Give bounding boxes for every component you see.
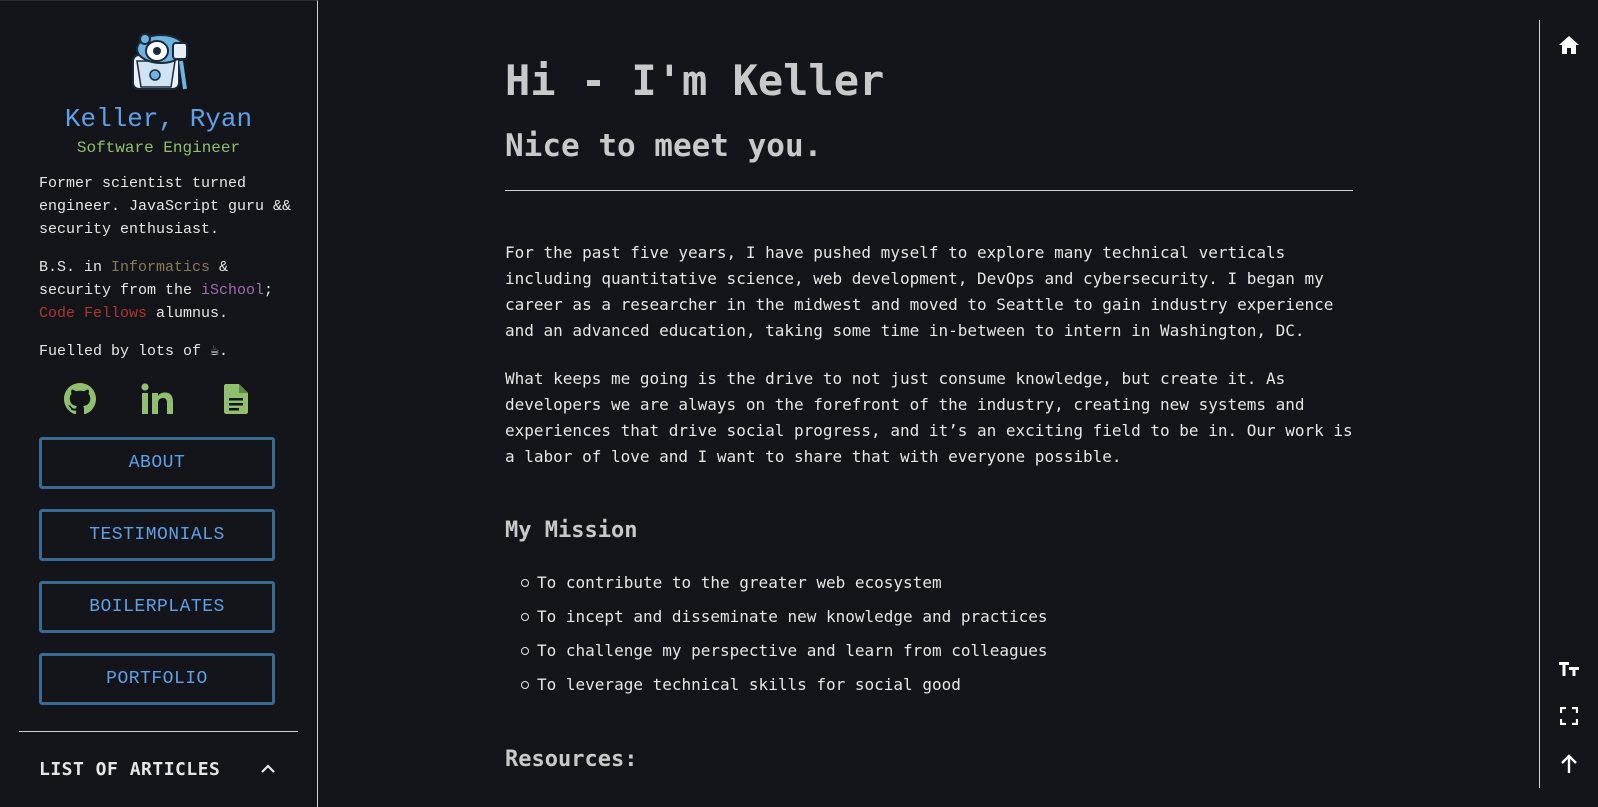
list-item: To challenge my perspective and learn fr… — [521, 641, 1048, 675]
list-item: To incept and disseminate new knowledge … — [521, 607, 1048, 641]
mission-item-text: To challenge my perspective and learn fr… — [537, 641, 1048, 660]
linkedin-link[interactable] — [140, 381, 176, 417]
page-subtitle: Nice to meet you. — [505, 128, 823, 164]
chevron-up-icon — [261, 764, 275, 773]
title-divider — [505, 190, 1353, 191]
github-link[interactable] — [62, 381, 98, 417]
articles-label: LIST OF ARTICLES — [39, 758, 221, 780]
motivation-paragraph: What keeps me going is the drive to not … — [505, 369, 1353, 466]
bio-education: B.S. in Informatics & security from the … — [39, 256, 294, 325]
list-item: To contribute to the greater web ecosyst… — [521, 573, 1048, 607]
bio-edu-prefix: B.S. in — [39, 259, 112, 276]
github-icon — [64, 383, 96, 415]
codefellows-highlight: Code Fellows — [39, 305, 148, 322]
nav-about-button[interactable]: ABOUT — [39, 437, 275, 489]
bullet-icon — [521, 647, 529, 655]
nav-testimonials-button[interactable]: TESTIMONIALS — [39, 509, 275, 561]
font-size-icon — [1559, 662, 1579, 676]
fullscreen-button[interactable] — [1557, 704, 1581, 728]
bullet-icon — [521, 681, 529, 689]
informatics-highlight: Informatics — [111, 259, 211, 276]
mission-item-text: To contribute to the greater web ecosyst… — [537, 573, 942, 592]
fullscreen-icon — [1560, 707, 1578, 725]
avatar — [127, 31, 191, 93]
profile-title: Software Engineer — [76, 139, 241, 157]
mission-heading: My Mission — [505, 518, 638, 543]
sidebar: Keller, Ryan Software Engineer Former sc… — [0, 0, 318, 807]
app-root: Keller, Ryan Software Engineer Former sc… — [0, 0, 1598, 807]
profile-name: Keller, Ryan — [64, 104, 253, 134]
bio-fuel: Fuelled by lots of ☕. — [39, 343, 229, 360]
mission-item-text: To incept and disseminate new knowledge … — [537, 607, 1048, 626]
nav-portfolio-button[interactable]: PORTFOLIO — [39, 653, 275, 705]
resume-link[interactable] — [218, 381, 254, 417]
articles-toggle[interactable]: LIST OF ARTICLES — [39, 755, 275, 783]
nav-boilerplates-button[interactable]: BOILERPLATES — [39, 581, 275, 633]
document-icon — [224, 384, 248, 414]
scroll-top-button[interactable] — [1557, 752, 1581, 776]
ischool-highlight: iSchool — [201, 282, 265, 299]
page-title: Hi - I'm Keller — [505, 56, 885, 105]
bio-intro: Former scientist turned engineer. JavaSc… — [39, 175, 292, 238]
resources-heading: Resources: — [505, 747, 638, 772]
bullet-icon — [521, 613, 529, 621]
list-item: To leverage technical skills for social … — [521, 675, 1048, 709]
mission-item-text: To leverage technical skills for social … — [537, 675, 961, 694]
bio-edu-sep: ; — [264, 282, 274, 299]
mission-list: To contribute to the greater web ecosyst… — [521, 573, 1048, 709]
bullet-icon — [521, 579, 529, 587]
font-size-button[interactable] — [1557, 656, 1581, 680]
right-rail-divider — [1539, 20, 1540, 788]
social-links — [39, 381, 279, 417]
linkedin-icon — [141, 383, 173, 414]
arrow-up-icon — [1561, 754, 1577, 773]
home-icon — [1559, 36, 1579, 54]
home-button[interactable] — [1557, 33, 1581, 57]
intro-paragraph: For the past five years, I have pushed m… — [505, 243, 1334, 340]
bio-edu-suffix: alumnus. — [147, 305, 229, 322]
sidebar-divider — [19, 731, 298, 732]
